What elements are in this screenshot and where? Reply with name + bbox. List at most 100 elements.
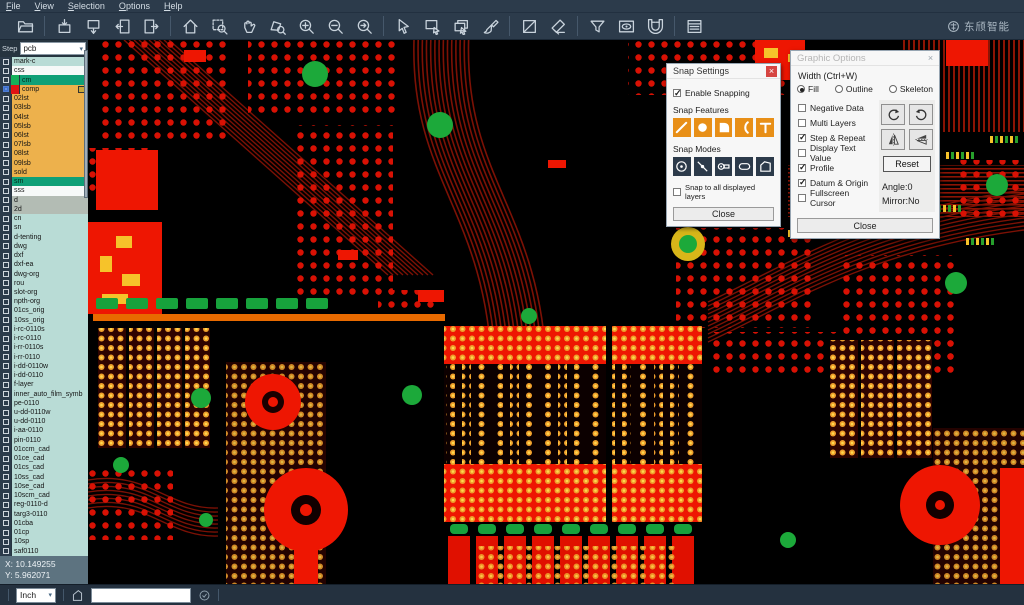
layer-row-cm[interactable]: cm xyxy=(0,75,88,84)
layer-row-dxf[interactable]: dxf xyxy=(0,251,88,260)
layer-visibility-checkbox[interactable] xyxy=(0,316,11,325)
layer-visibility-checkbox[interactable] xyxy=(0,454,11,463)
page-back-icon[interactable] xyxy=(112,16,132,36)
layer-visibility-checkbox[interactable] xyxy=(0,75,11,84)
layer-row-07lsb[interactable]: 07lsb xyxy=(0,140,88,149)
layer-visibility-checkbox[interactable] xyxy=(0,66,11,75)
layer-visibility-checkbox[interactable] xyxy=(0,389,11,398)
layer-row-inner_auto_film_symb[interactable]: inner_auto_film_symb xyxy=(0,389,88,398)
select-icon[interactable] xyxy=(393,16,413,36)
layer-visibility-checkbox[interactable] xyxy=(0,408,11,417)
layer-visibility-checkbox[interactable] xyxy=(0,436,11,445)
layer-visibility-checkbox[interactable] xyxy=(0,509,11,518)
layer-visibility-checkbox[interactable] xyxy=(0,325,11,334)
layer-row-01cp[interactable]: 01cp xyxy=(0,528,88,537)
layer-row-i-rr-0110[interactable]: i-rr-0110 xyxy=(0,353,88,362)
units-select[interactable]: Inch ▾ xyxy=(16,588,56,603)
layer-row-01ccm_cad[interactable]: 01ccm_cad xyxy=(0,445,88,454)
home-icon[interactable] xyxy=(180,16,200,36)
checkbox-profile[interactable]: Profile xyxy=(798,160,875,175)
layer-visibility-checkbox[interactable] xyxy=(0,242,11,251)
layer-row-08lst[interactable]: 08lst xyxy=(0,149,88,158)
snap-feature-arc-icon[interactable] xyxy=(735,118,753,137)
layer-row-03lsb[interactable]: 03lsb xyxy=(0,103,88,112)
filter-icon[interactable] xyxy=(587,16,607,36)
menu-view[interactable]: View xyxy=(35,1,54,11)
layer-visibility-checkbox[interactable] xyxy=(0,177,11,186)
layer-visibility-checkbox[interactable] xyxy=(0,362,11,371)
menu-selection[interactable]: Selection xyxy=(68,1,105,11)
layer-row-comp[interactable]: comp xyxy=(0,85,88,94)
snap-mode-slot-icon[interactable] xyxy=(735,157,753,176)
layer-row-10se_cad[interactable]: 10se_cad xyxy=(0,482,88,491)
layer-visibility-checkbox[interactable] xyxy=(0,417,11,426)
layer-visibility-checkbox[interactable] xyxy=(0,223,11,232)
view-eye-icon[interactable] xyxy=(616,16,636,36)
command-input[interactable] xyxy=(91,588,191,603)
snap-close-button[interactable]: Close xyxy=(673,207,774,221)
layer-row-01cba[interactable]: 01cba xyxy=(0,519,88,528)
layer-row-cn[interactable]: cn xyxy=(0,214,88,223)
layer-visibility-checkbox[interactable] xyxy=(0,528,11,537)
rotate-ccw-icon[interactable] xyxy=(909,104,933,125)
open-folder-icon[interactable] xyxy=(15,16,35,36)
layer-row-sss[interactable]: sss xyxy=(0,186,88,195)
layer-row-10ss_cad[interactable]: 10ss_cad xyxy=(0,473,88,482)
enable-snapping-checkbox[interactable] xyxy=(673,89,681,97)
layer-visibility-checkbox[interactable] xyxy=(0,334,11,343)
zoom-out-icon[interactable] xyxy=(325,16,345,36)
layer-visibility-checkbox[interactable] xyxy=(0,343,11,352)
layer-row-reg-0110-d[interactable]: reg-0110-d xyxy=(0,500,88,509)
layer-row-01cs_orig[interactable]: 01cs_orig xyxy=(0,306,88,315)
close-icon[interactable]: × xyxy=(766,66,777,77)
layer-row-pin-0110[interactable]: pin-0110 xyxy=(0,436,88,445)
flip-horizontal-icon[interactable] xyxy=(881,129,905,150)
layer-row-mark-c[interactable]: mark-c xyxy=(0,57,88,66)
snap-mode-center-icon[interactable] xyxy=(673,157,691,176)
layer-visibility-checkbox[interactable] xyxy=(0,214,11,223)
layer-row-i-rr-0110s[interactable]: i-rr-0110s xyxy=(0,343,88,352)
select-rect-icon[interactable] xyxy=(422,16,442,36)
layer-visibility-checkbox[interactable] xyxy=(0,279,11,288)
layer-row-01ce_cad[interactable]: 01ce_cad xyxy=(0,454,88,463)
layer-row-d[interactable]: d xyxy=(0,196,88,205)
layer-visibility-checkbox[interactable] xyxy=(0,159,11,168)
layer-visibility-checkbox[interactable] xyxy=(0,140,11,149)
layer-visibility-checkbox[interactable] xyxy=(0,445,11,454)
layer-visibility-checkbox[interactable] xyxy=(0,519,11,528)
radio-fill[interactable]: Fill xyxy=(797,84,819,94)
layer-row-02lst[interactable]: 02lst xyxy=(0,94,88,103)
measure-icon[interactable] xyxy=(519,16,539,36)
layer-visibility-checkbox[interactable] xyxy=(0,186,11,195)
snap-feature-text-icon[interactable] xyxy=(756,118,774,137)
layer-row-dxf-ea[interactable]: dxf-ea xyxy=(0,260,88,269)
layer-visibility-checkbox[interactable] xyxy=(0,232,11,241)
layer-row-sold[interactable]: sold xyxy=(0,168,88,177)
export-icon[interactable] xyxy=(83,16,103,36)
layer-visibility-checkbox[interactable] xyxy=(0,546,11,555)
menu-help[interactable]: Help xyxy=(164,1,183,11)
layer-visibility-checkbox[interactable] xyxy=(0,196,11,205)
graphic-close-button[interactable]: Close xyxy=(797,218,933,233)
layer-visibility-checkbox[interactable] xyxy=(0,103,11,112)
checkbox-negative-data[interactable]: Negative Data xyxy=(798,100,875,115)
layers-panel-icon[interactable] xyxy=(684,16,704,36)
layer-row-sm[interactable]: sm xyxy=(0,177,88,186)
menu-options[interactable]: Options xyxy=(119,1,150,11)
layer-row-06lst[interactable]: 06lst xyxy=(0,131,88,140)
zoom-polygon-icon[interactable] xyxy=(267,16,287,36)
menu-file[interactable]: File xyxy=(6,1,21,11)
zoom-area-icon[interactable] xyxy=(209,16,229,36)
snap-all-layers-checkbox[interactable] xyxy=(673,188,681,196)
layer-row-i-dd-0110[interactable]: i-dd-0110 xyxy=(0,371,88,380)
layer-visibility-checkbox[interactable] xyxy=(0,149,11,158)
layer-visibility-checkbox[interactable] xyxy=(0,94,11,103)
layer-row-pe-0110[interactable]: pe-0110 xyxy=(0,399,88,408)
layer-visibility-checkbox[interactable] xyxy=(0,482,11,491)
layer-row-f-layer[interactable]: f-layer xyxy=(0,380,88,389)
checkbox-display-text-value[interactable]: Display Text Value xyxy=(798,145,875,160)
layer-visibility-checkbox[interactable] xyxy=(0,122,11,131)
script-page-icon[interactable] xyxy=(71,589,84,602)
layer-row-u-dd-0110w[interactable]: u-dd-0110w xyxy=(0,408,88,417)
eraser-icon[interactable] xyxy=(548,16,568,36)
